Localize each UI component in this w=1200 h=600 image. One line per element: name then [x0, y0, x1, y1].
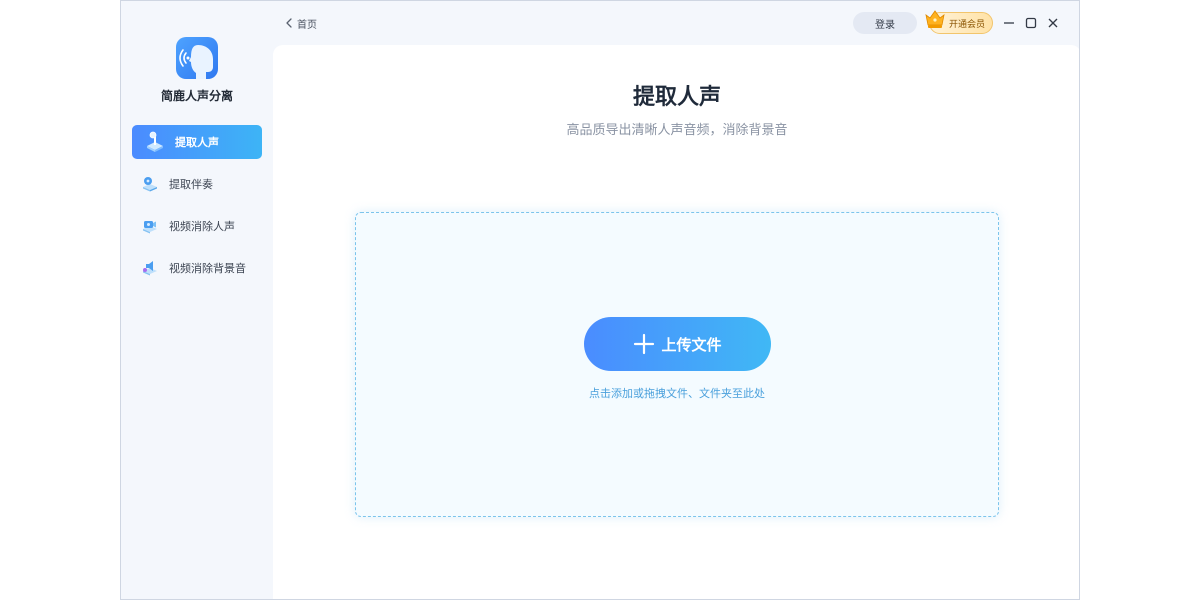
crown-icon	[925, 10, 945, 28]
sidebar: 简鹿人声分离 提取人声 提取伴奏 视频消除人声 视频消除背景音	[121, 1, 273, 599]
main-panel: 提取人声 高品质导出清晰人声音频，消除背景音 上传文件 点击添加或拖拽文件、文件…	[273, 45, 1079, 599]
microphone-stand-icon	[147, 131, 163, 152]
close-button[interactable]	[1045, 15, 1061, 31]
page-title: 提取人声	[632, 85, 721, 110]
minimize-button[interactable]	[1001, 15, 1017, 31]
vip-label: 开通会员	[948, 19, 985, 30]
music-disc-icon	[143, 177, 157, 192]
close-icon	[1048, 18, 1058, 28]
sidebar-item-video-remove-vocals[interactable]: 视频消除人声	[132, 209, 262, 243]
sidebar-item-label: 视频消除背景音	[169, 262, 246, 275]
video-mute-icon	[143, 221, 157, 234]
sidebar-item-extract-vocals[interactable]: 提取人声	[132, 125, 262, 159]
minimize-icon	[1004, 22, 1014, 24]
sidebar-item-label: 视频消除人声	[169, 220, 235, 233]
file-drop-zone[interactable]: 上传文件 点击添加或拖拽文件、文件夹至此处	[355, 212, 999, 517]
sidebar-item-video-remove-background[interactable]: 视频消除背景音	[132, 251, 262, 285]
plus-icon	[634, 333, 655, 355]
top-bar: 首页 登录 开通会员	[273, 1, 1079, 45]
vip-button[interactable]: 开通会员	[925, 10, 993, 34]
drop-hint: 点击添加或拖拽文件、文件夹至此处	[589, 387, 765, 400]
app-window: 简鹿人声分离 提取人声 提取伴奏 视频消除人声 视频消除背景音 首页 登录 开通…	[120, 0, 1080, 600]
sidebar-item-label: 提取伴奏	[169, 178, 213, 191]
login-button[interactable]: 登录	[853, 12, 917, 34]
sidebar-item-label: 提取人声	[175, 136, 219, 149]
maximize-button[interactable]	[1023, 15, 1039, 31]
sidebar-nav: 提取人声 提取伴奏 视频消除人声 视频消除背景音	[132, 125, 262, 293]
upload-label: 上传文件	[661, 335, 722, 354]
page-subtitle: 高品质导出清晰人声音频，消除背景音	[566, 123, 788, 138]
upload-file-button[interactable]: 上传文件	[584, 317, 771, 371]
app-name: 简鹿人声分离	[160, 89, 233, 103]
maximize-icon	[1025, 17, 1037, 29]
back-button[interactable]: 首页	[279, 13, 323, 33]
app-logo	[176, 37, 218, 79]
back-label: 首页	[297, 19, 317, 31]
chevron-left-icon	[286, 18, 292, 28]
voice-head-icon	[179, 45, 213, 79]
sidebar-item-extract-accompaniment[interactable]: 提取伴奏	[132, 167, 262, 201]
video-speaker-icon	[143, 261, 157, 276]
